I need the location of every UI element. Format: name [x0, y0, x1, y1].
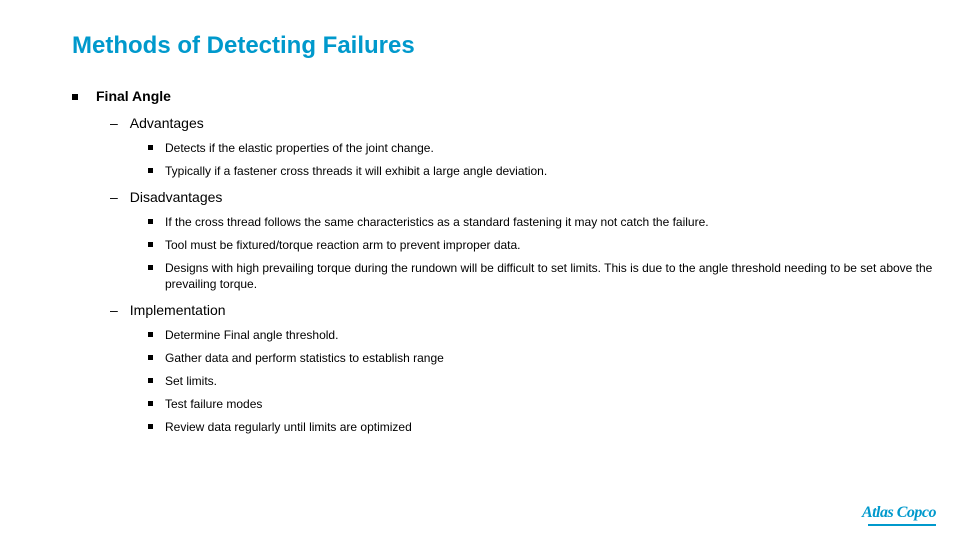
square-bullet-icon — [72, 94, 78, 100]
square-bullet-icon — [148, 145, 153, 150]
section-implementation: – Implementation — [110, 301, 960, 319]
topic-text: Final Angle — [96, 88, 171, 104]
list-item-text: Gather data and perform statistics to es… — [165, 350, 444, 367]
section-disadvantages: – Disadvantages — [110, 188, 960, 206]
slide: Methods of Detecting Failures Final Angl… — [0, 0, 960, 435]
topic-row: Final Angle — [72, 88, 960, 104]
list-item-text: Test failure modes — [165, 396, 262, 413]
square-bullet-icon — [148, 168, 153, 173]
section-label: Implementation — [130, 301, 226, 319]
square-bullet-icon — [148, 401, 153, 406]
slide-content: Final Angle – Advantages Detects if the … — [72, 88, 960, 435]
list-item: Designs with high prevailing torque duri… — [148, 260, 960, 294]
slide-title: Methods of Detecting Failures — [72, 32, 960, 60]
list-item: If the cross thread follows the same cha… — [148, 214, 960, 231]
list-item: Detects if the elastic properties of the… — [148, 140, 960, 157]
square-bullet-icon — [148, 242, 153, 247]
section-advantages: – Advantages — [110, 114, 960, 132]
list-item: Determine Final angle threshold. — [148, 327, 960, 344]
list-item-text: Review data regularly until limits are o… — [165, 419, 412, 436]
list-item-text: If the cross thread follows the same cha… — [165, 214, 709, 231]
list-item: Review data regularly until limits are o… — [148, 419, 960, 436]
section-label: Advantages — [130, 114, 204, 132]
section-label: Disadvantages — [130, 188, 223, 206]
square-bullet-icon — [148, 378, 153, 383]
list-item: Test failure modes — [148, 396, 960, 413]
square-bullet-icon — [148, 332, 153, 337]
list-item-text: Tool must be fixtured/torque reaction ar… — [165, 237, 521, 254]
square-bullet-icon — [148, 355, 153, 360]
dash-icon: – — [110, 114, 118, 132]
square-bullet-icon — [148, 219, 153, 224]
list-item: Tool must be fixtured/torque reaction ar… — [148, 237, 960, 254]
list-item-text: Determine Final angle threshold. — [165, 327, 338, 344]
dash-icon: – — [110, 301, 118, 319]
list-item-text: Set limits. — [165, 373, 217, 390]
brand-logo: Atlas Copco — [862, 504, 936, 522]
list-item-text: Designs with high prevailing torque duri… — [165, 260, 935, 294]
brand-logo-underline — [868, 524, 936, 526]
list-item: Gather data and perform statistics to es… — [148, 350, 960, 367]
square-bullet-icon — [148, 424, 153, 429]
list-item: Typically if a fastener cross threads it… — [148, 163, 960, 180]
dash-icon: – — [110, 188, 118, 206]
list-item-text: Typically if a fastener cross threads it… — [165, 163, 547, 180]
list-item: Set limits. — [148, 373, 960, 390]
square-bullet-icon — [148, 265, 153, 270]
list-item-text: Detects if the elastic properties of the… — [165, 140, 434, 157]
